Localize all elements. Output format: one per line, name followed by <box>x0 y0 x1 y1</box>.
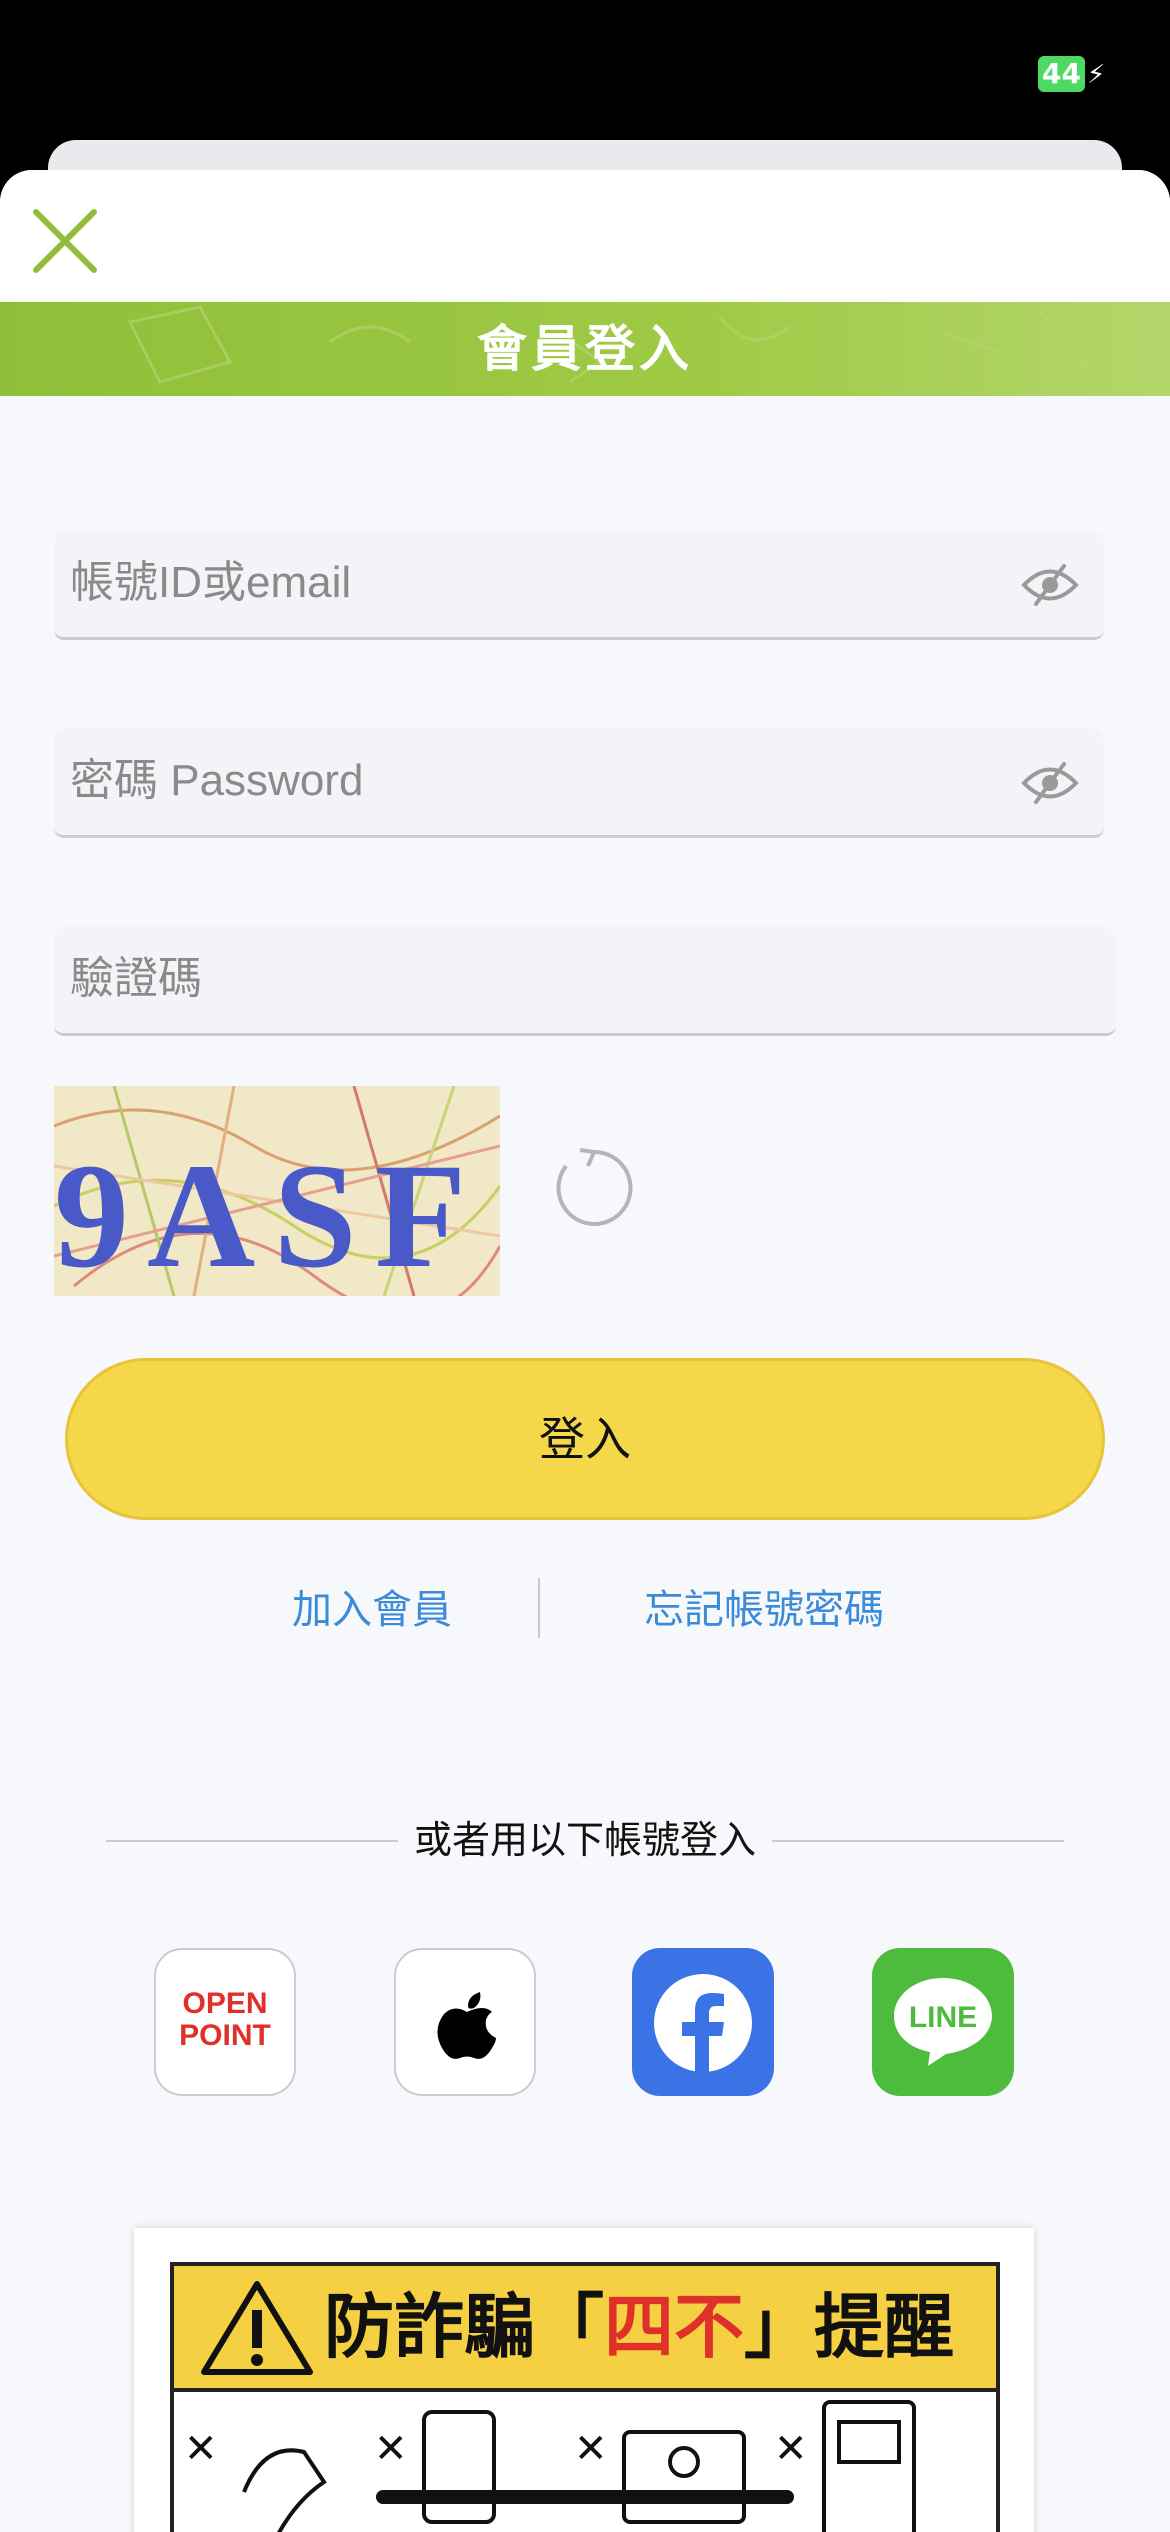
password-input[interactable] <box>68 728 972 834</box>
captcha-input[interactable] <box>68 926 972 1032</box>
line-login-button[interactable]: LINE <box>872 1948 1014 2096</box>
fraud-warning-title: 防詐騙「四不」提醒 <box>324 2286 954 2368</box>
close-icon <box>33 209 97 273</box>
title-banner: 會員登入 <box>0 302 1170 396</box>
svg-text:✕: ✕ <box>374 2426 408 2472</box>
refresh-icon <box>556 1148 633 1226</box>
link-divider <box>538 1578 540 1638</box>
battery-level: 44 <box>1038 56 1085 92</box>
battery-indicator: 44 ⚡ <box>1038 56 1106 92</box>
facebook-login-button[interactable] <box>632 1948 774 2096</box>
join-member-link[interactable]: 加入會員 <box>292 1580 452 1640</box>
login-sheet: 會員登入 帳號ID或email 驗證碼 9ASF 登入 加入會員 忘記帳號密碼 … <box>0 170 1170 2532</box>
apple-icon <box>437 1992 496 2059</box>
alternative-login-text: 或者用以下帳號登入 <box>397 1818 772 1862</box>
alternative-login-heading: 或者用以下帳號登入 <box>106 1810 1064 1870</box>
refresh-captcha-button[interactable] <box>548 1142 640 1234</box>
page-title: 會員登入 <box>477 320 693 378</box>
account-field <box>54 530 1104 640</box>
openpoint-login-button[interactable]: OPEN POINT <box>154 1948 296 2096</box>
captcha-field <box>54 926 1116 1036</box>
fraud-warning-illustrations: ✕ ✕ ✕ ✕ <box>170 2392 1000 2532</box>
facebook-icon <box>654 1974 752 2074</box>
fraud-warning-header: 防詐騙「四不」提醒 <box>170 2262 1000 2392</box>
forgot-password-link[interactable]: 忘記帳號密碼 <box>644 1580 884 1640</box>
line-icon: LINE <box>894 1978 992 2066</box>
apple-login-button[interactable] <box>394 1948 536 2096</box>
svg-text:LINE: LINE <box>909 2001 977 2034</box>
home-indicator <box>376 2490 794 2504</box>
captcha-image: 9ASF <box>54 1086 500 1296</box>
warning-icon <box>201 2281 313 2375</box>
charging-icon: ⚡ <box>1086 60 1106 90</box>
login-button[interactable]: 登入 <box>65 1358 1105 1520</box>
svg-text:✕: ✕ <box>774 2426 808 2472</box>
fraud-warning-banner[interactable]: 防詐騙「四不」提醒 ✕ ✕ ✕ ✕ <box>134 2228 1034 2532</box>
password-field <box>54 728 1104 838</box>
close-button[interactable] <box>30 206 100 276</box>
openpoint-logo: OPEN POINT <box>179 1987 271 2052</box>
svg-text:✕: ✕ <box>574 2426 608 2472</box>
sheet-header <box>0 170 1170 302</box>
account-input[interactable] <box>68 530 972 636</box>
svg-text:9ASF: 9ASF <box>54 1133 484 1296</box>
svg-text:✕: ✕ <box>184 2426 218 2472</box>
eye-slash-icon[interactable] <box>1020 562 1080 608</box>
eye-slash-icon[interactable] <box>1020 760 1080 806</box>
